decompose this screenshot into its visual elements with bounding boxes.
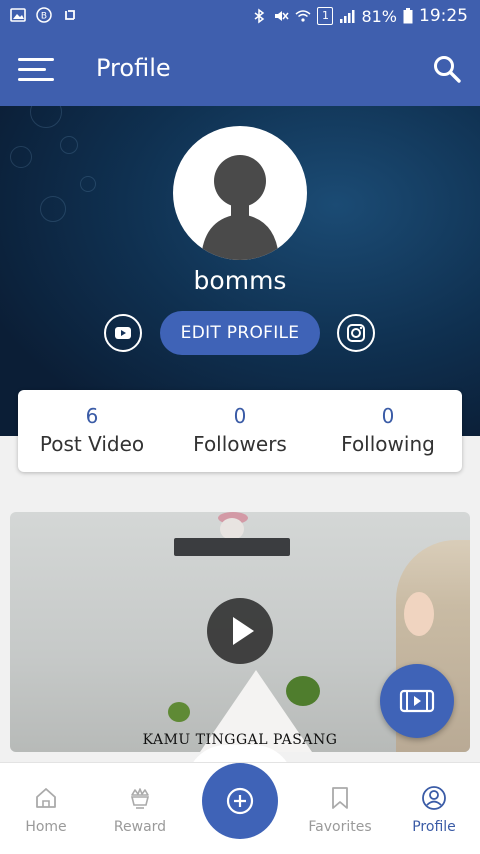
menu-bar-1 [18,58,54,61]
bookmark-icon [332,787,348,809]
bluetooth-icon [254,8,265,24]
stat-label: Post Video [39,432,145,456]
image-icon [10,8,26,22]
page-title: Profile [96,54,171,82]
username: bomms [193,266,287,295]
b-icon: B [36,7,52,23]
shelf-decoration [174,538,290,556]
instagram-icon [347,324,365,342]
plant-decoration [168,702,190,722]
user-icon [422,786,446,810]
bokeh-decoration [30,106,62,128]
bokeh-decoration [40,196,66,222]
home-icon [36,788,56,808]
clock: 19:25 [419,6,468,26]
bokeh-decoration [60,136,78,154]
bokeh-decoration [80,176,96,192]
profile-stats-card: 6 Post Video 0 Followers 0 Following [18,390,462,472]
search-icon[interactable] [432,54,462,84]
svg-text:B: B [41,12,47,22]
status-bar: B 1 81% 19:25 [0,0,480,34]
wifi-icon [295,10,311,22]
add-video-button[interactable] [202,763,278,839]
stat-following[interactable]: 0 Following [314,390,462,472]
sim-indicator: 1 [317,7,334,25]
youtube-icon [115,327,131,339]
youtube-button[interactable] [104,314,142,352]
plant-decoration [286,676,320,706]
plus-circle-icon [226,787,254,815]
nav-label: Favorites [308,819,372,835]
play-button[interactable] [207,598,273,664]
edit-profile-button[interactable]: EDIT PROFILE [160,311,320,355]
stat-value: 0 [381,404,395,428]
nav-favorites[interactable]: Favorites [300,785,380,835]
menu-button[interactable] [18,56,54,84]
avatar[interactable] [173,126,307,260]
app-bar: Profile [0,34,480,106]
menu-bar-2 [18,68,46,71]
film-icon [399,689,435,713]
sync-icon [65,10,75,20]
stat-label: Following [341,432,435,456]
profile-header: bomms EDIT PROFILE [0,106,480,436]
nav-profile[interactable]: Profile [394,785,474,835]
stat-post-video[interactable]: 6 Post Video [18,390,166,472]
bokeh-decoration [10,146,32,168]
play-icon [233,617,254,645]
vase-decoration [220,518,244,540]
signal-icon [340,10,355,23]
stat-label: Followers [193,432,287,456]
default-avatar-icon [201,155,279,260]
instagram-button[interactable] [337,314,375,352]
status-right-icons: 1 81% 19:25 [251,6,468,26]
face-figure [404,592,434,636]
stat-value: 0 [233,404,247,428]
nav-home[interactable]: Home [6,785,86,835]
mute-icon [275,11,290,21]
reward-icon [130,788,150,809]
nav-label: Profile [412,819,456,835]
battery-icon [403,8,413,24]
nav-label: Home [25,819,67,835]
stat-value: 6 [85,404,99,428]
nav-label: Reward [113,819,167,835]
stat-followers[interactable]: 0 Followers [166,390,314,472]
video-fab-button[interactable] [380,664,454,738]
menu-bar-3 [18,78,54,81]
nav-reward[interactable]: Reward [100,785,180,835]
battery-percent: 81% [361,6,397,26]
status-left-icons: B [10,7,78,23]
